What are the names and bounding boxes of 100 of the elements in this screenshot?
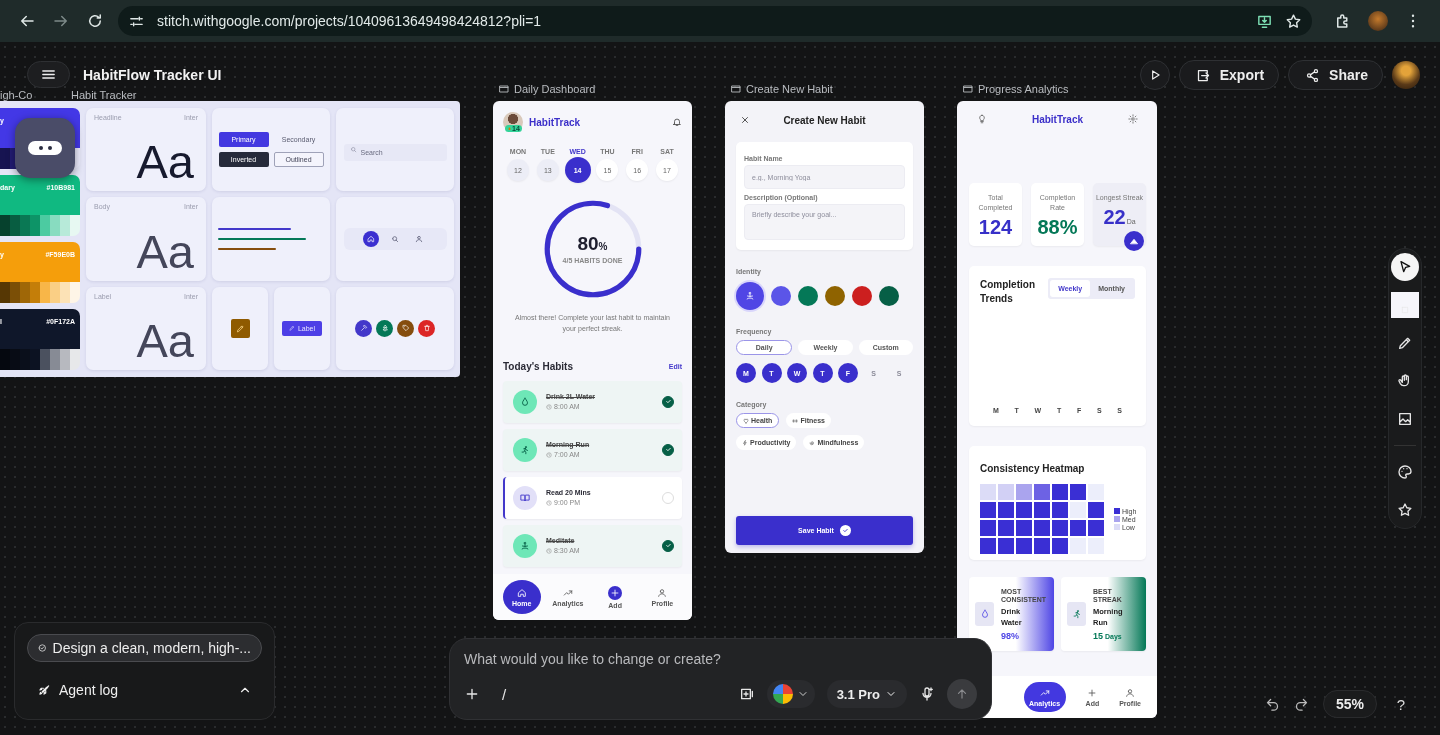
settings-icon[interactable]: [1128, 114, 1138, 124]
microphone-icon[interactable]: [919, 686, 935, 702]
color-option[interactable]: [825, 286, 845, 306]
menu-button[interactable]: [27, 61, 70, 88]
dumbbell-icon: [792, 417, 799, 424]
clock-icon: [546, 547, 552, 554]
bolt-icon: [742, 439, 748, 446]
marquee-select-icon: [1391, 292, 1419, 318]
trend-icon: [1039, 687, 1050, 698]
habit-checkbox[interactable]: [662, 395, 674, 408]
image-icon: [1397, 411, 1413, 427]
spiral-icon: [809, 439, 816, 446]
clock-icon: [546, 499, 552, 506]
section-title: Today's Habits: [503, 360, 573, 372]
frame-label: igh-Co: [0, 89, 33, 101]
close-icon[interactable]: [740, 115, 750, 125]
tree-icon: [380, 324, 389, 333]
trash-icon: [422, 324, 431, 333]
cursor-icon: [1397, 259, 1413, 275]
send-button[interactable]: [947, 679, 977, 709]
habit-checkbox[interactable]: [662, 443, 674, 456]
color-option[interactable]: [852, 286, 872, 306]
round-icon-button[interactable]: [418, 319, 435, 337]
app-brand: HabitTrack: [1031, 113, 1084, 125]
export-button[interactable]: Export: [1178, 60, 1280, 90]
model-dropdown[interactable]: 3.1 Pro: [826, 680, 907, 708]
habit-checkbox[interactable]: [662, 539, 674, 552]
progress-percentage: 80%: [577, 234, 608, 253]
share-button[interactable]: Share: [1288, 60, 1383, 90]
achievement-badge[interactable]: [1124, 231, 1144, 251]
clock-icon: [546, 451, 552, 458]
highlight-value: 98%: [1001, 630, 1019, 641]
undo-icon[interactable]: [1265, 696, 1280, 712]
project-title: HabitFlow Tracker UI: [83, 67, 222, 83]
analytics-screen[interactable]: [957, 101, 1157, 718]
create-habit-screen[interactable]: [725, 101, 924, 553]
tag-icon: [401, 324, 410, 333]
frame-label: Create New Habit: [746, 83, 833, 95]
share-icon: [1305, 67, 1321, 83]
reload-icon[interactable]: [86, 12, 104, 30]
flame-icon: [507, 126, 512, 131]
runner-icon: [1071, 609, 1082, 619]
color-option[interactable]: [736, 282, 764, 310]
plus-icon[interactable]: [464, 686, 480, 702]
check-icon: [664, 446, 672, 454]
color-option[interactable]: [879, 286, 899, 306]
card-title: Consistency Heatmap: [980, 463, 1085, 474]
marquee-tool-button[interactable]: [1391, 291, 1419, 319]
arrow-up-icon: [955, 687, 969, 701]
round-icon-button[interactable]: [376, 319, 393, 337]
pencil-icon: [1397, 335, 1413, 351]
rocket-icon: [37, 683, 51, 697]
book-icon: [520, 492, 530, 503]
card-title: Completion Trends: [980, 278, 1036, 306]
pencil-icon: [235, 323, 245, 333]
color-option[interactable]: [798, 286, 818, 306]
plus-icon: [610, 587, 621, 598]
drop-icon: [979, 609, 990, 619]
address-bar[interactable]: stitch.withgoogle.com/projects/10409613649498424812?pli=1: [118, 6, 1312, 36]
highlight-value: 15: [1093, 630, 1103, 641]
type-sample: Aa: [136, 317, 194, 364]
redo-icon[interactable]: [1294, 696, 1309, 712]
task-chip[interactable]: Design a clean, modern, high-...: [27, 634, 262, 662]
check-icon: [841, 527, 849, 534]
url-text: stitch.withgoogle.com/projects/10409613649498424812?pli=1: [157, 13, 542, 29]
round-icon-button[interactable]: [355, 319, 372, 337]
color-option[interactable]: [771, 286, 791, 306]
preview-button[interactable]: [1139, 60, 1170, 90]
plus-icon: [1087, 687, 1098, 698]
frame-icon: [730, 83, 742, 95]
select-tool-button[interactable]: [1391, 253, 1419, 281]
user-avatar[interactable]: [1392, 61, 1420, 89]
type-sample: Aa: [136, 227, 194, 275]
lightbulb-icon[interactable]: [977, 114, 987, 124]
help-button[interactable]: ?: [1391, 695, 1412, 713]
bell-icon[interactable]: [672, 117, 682, 127]
chat-bubble-icon[interactable]: [15, 118, 75, 178]
user-icon: [657, 587, 668, 598]
profile-avatar[interactable]: [1368, 11, 1388, 31]
zoom-level-button[interactable]: 55%: [1323, 690, 1378, 718]
home-icon: [367, 235, 375, 243]
stat-value: 124: [978, 215, 1013, 239]
home-icon: [516, 587, 527, 598]
frame-label: Daily Dashboard: [514, 83, 596, 95]
nav-sample-button[interactable]: [363, 231, 379, 247]
runner-icon: [520, 444, 530, 455]
user-icon: [415, 235, 423, 243]
bookmark-star-icon[interactable]: [1285, 12, 1302, 30]
type-sample: Aa: [136, 138, 194, 186]
edit-square-button[interactable]: [230, 318, 250, 338]
color-picker-button[interactable]: [766, 680, 815, 708]
command-shortcut[interactable]: /: [502, 685, 507, 703]
round-icon-button[interactable]: [397, 319, 414, 337]
check-icon: [664, 542, 672, 550]
add-screen-icon[interactable]: [738, 686, 755, 702]
search-icon: [391, 235, 399, 243]
dashboard-screen[interactable]: [493, 101, 692, 620]
prompt-field[interactable]: What would you like to change or create?: [464, 651, 977, 667]
clock-icon: [546, 403, 552, 410]
frame-icon: [498, 83, 510, 95]
